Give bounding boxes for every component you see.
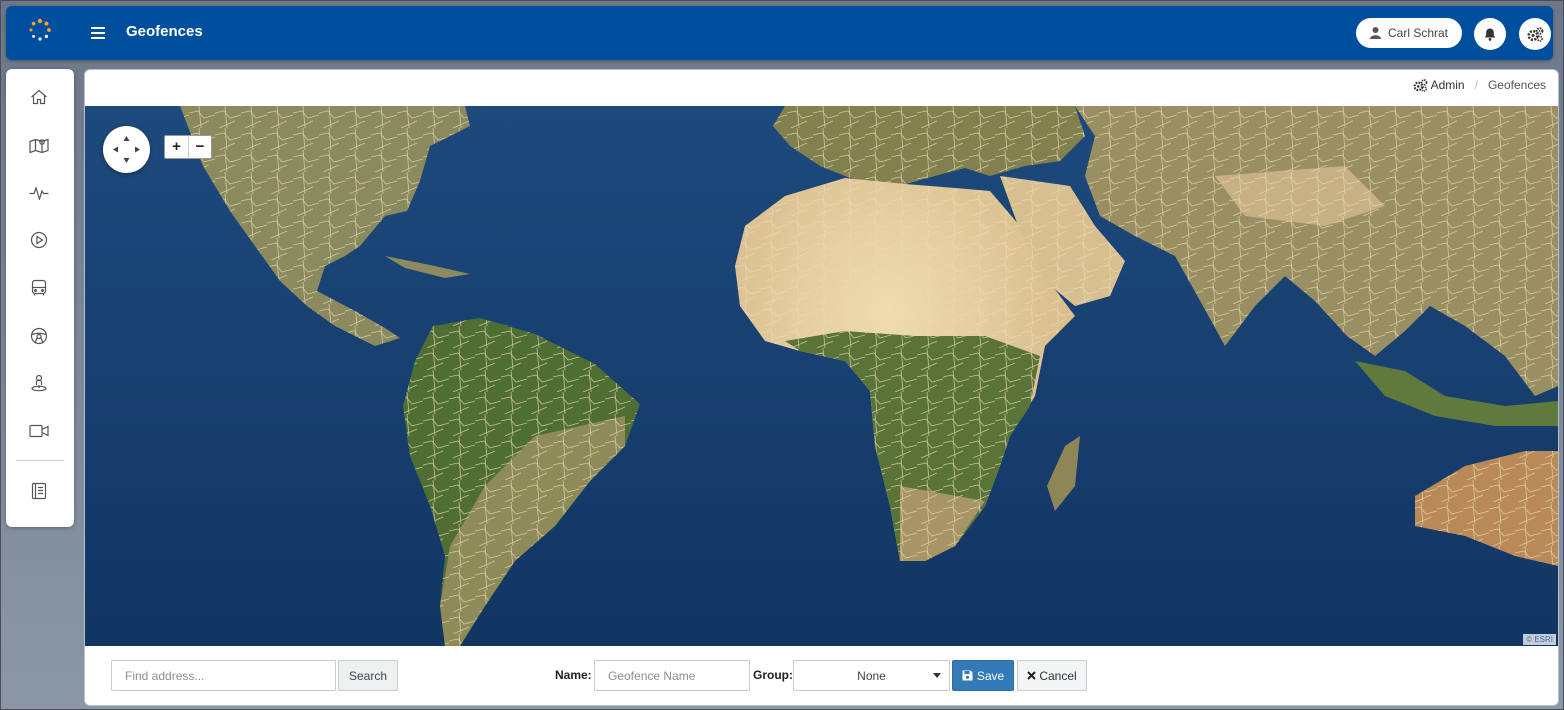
breadcrumb-admin-label: Admin bbox=[1430, 78, 1465, 92]
bell-icon bbox=[1484, 28, 1496, 41]
notifications-button[interactable] bbox=[1474, 18, 1506, 50]
play-icon bbox=[30, 231, 48, 249]
user-menu-button[interactable]: Carl Schrat bbox=[1356, 18, 1462, 48]
sidebar-item-video[interactable] bbox=[25, 417, 53, 445]
breadcrumb-separator: / bbox=[1474, 78, 1478, 92]
map-icon bbox=[29, 138, 49, 153]
sidebar-item-reports[interactable] bbox=[25, 477, 53, 505]
geofence-form: Search Name: Group: None Save Cancel bbox=[85, 646, 1558, 705]
sidebar-item-drivers[interactable] bbox=[25, 322, 53, 350]
page-title: Geofences bbox=[126, 23, 203, 40]
steering-wheel-icon bbox=[30, 327, 48, 345]
search-button[interactable]: Search bbox=[338, 660, 398, 691]
sidebar-item-home[interactable] bbox=[25, 83, 53, 111]
cancel-label: Cancel bbox=[1039, 668, 1077, 683]
gears-icon bbox=[1526, 26, 1543, 42]
breadcrumb: Admin / Geofences bbox=[1413, 78, 1546, 92]
book-icon bbox=[31, 482, 47, 500]
zoom-in-button[interactable]: + bbox=[165, 136, 188, 158]
geofence-name-input[interactable] bbox=[594, 660, 750, 691]
world-map[interactable]: + − © ESRI bbox=[85, 106, 1558, 646]
zoom-out-button[interactable]: − bbox=[188, 136, 211, 158]
video-camera-icon bbox=[29, 424, 49, 438]
cancel-button[interactable]: Cancel bbox=[1017, 660, 1087, 691]
home-icon bbox=[31, 89, 47, 105]
sidebar-item-vehicles[interactable] bbox=[25, 274, 53, 302]
name-label: Name: bbox=[555, 668, 592, 682]
breadcrumb-current: Geofences bbox=[1487, 78, 1546, 92]
content-panel: Admin / Geofences + − © ESRI Find addres… bbox=[84, 69, 1559, 706]
save-label: Save bbox=[976, 668, 1005, 683]
save-button[interactable]: Save bbox=[952, 660, 1014, 691]
zoom-control: + − bbox=[164, 135, 212, 159]
caret-down-icon bbox=[933, 673, 941, 678]
gears-icon bbox=[1413, 78, 1427, 92]
bus-icon bbox=[31, 279, 47, 296]
sidebar bbox=[6, 69, 74, 527]
group-select-value: None bbox=[857, 668, 886, 683]
map-attribution[interactable]: © ESRI bbox=[1523, 634, 1556, 645]
close-icon bbox=[1027, 671, 1037, 680]
activity-icon bbox=[29, 186, 49, 200]
address-search-input[interactable] bbox=[111, 660, 336, 691]
group-label: Group: bbox=[753, 668, 793, 682]
satellite-map-image bbox=[85, 106, 1558, 646]
hamburger-icon[interactable] bbox=[86, 21, 110, 45]
user-name: Carl Schrat bbox=[1387, 26, 1449, 40]
top-bar: Geofences Carl Schrat bbox=[6, 6, 1553, 60]
floppy-disk-icon bbox=[962, 670, 973, 681]
pan-control[interactable] bbox=[103, 126, 150, 173]
app-window: Geofences Carl Schrat Admin / Geofences … bbox=[0, 0, 1564, 710]
sidebar-item-geofences[interactable] bbox=[25, 369, 53, 397]
settings-button[interactable] bbox=[1519, 18, 1551, 50]
logo-icon[interactable] bbox=[28, 18, 52, 42]
sidebar-item-activity[interactable] bbox=[25, 179, 53, 207]
user-icon bbox=[1369, 27, 1381, 39]
sidebar-divider bbox=[16, 460, 64, 461]
person-pin-icon bbox=[31, 374, 47, 392]
breadcrumb-admin[interactable]: Admin bbox=[1413, 78, 1465, 92]
pan-arrows-icon bbox=[113, 136, 140, 163]
group-select[interactable]: None bbox=[793, 660, 950, 691]
sidebar-item-playback[interactable] bbox=[25, 226, 53, 254]
sidebar-item-map[interactable] bbox=[25, 131, 53, 159]
